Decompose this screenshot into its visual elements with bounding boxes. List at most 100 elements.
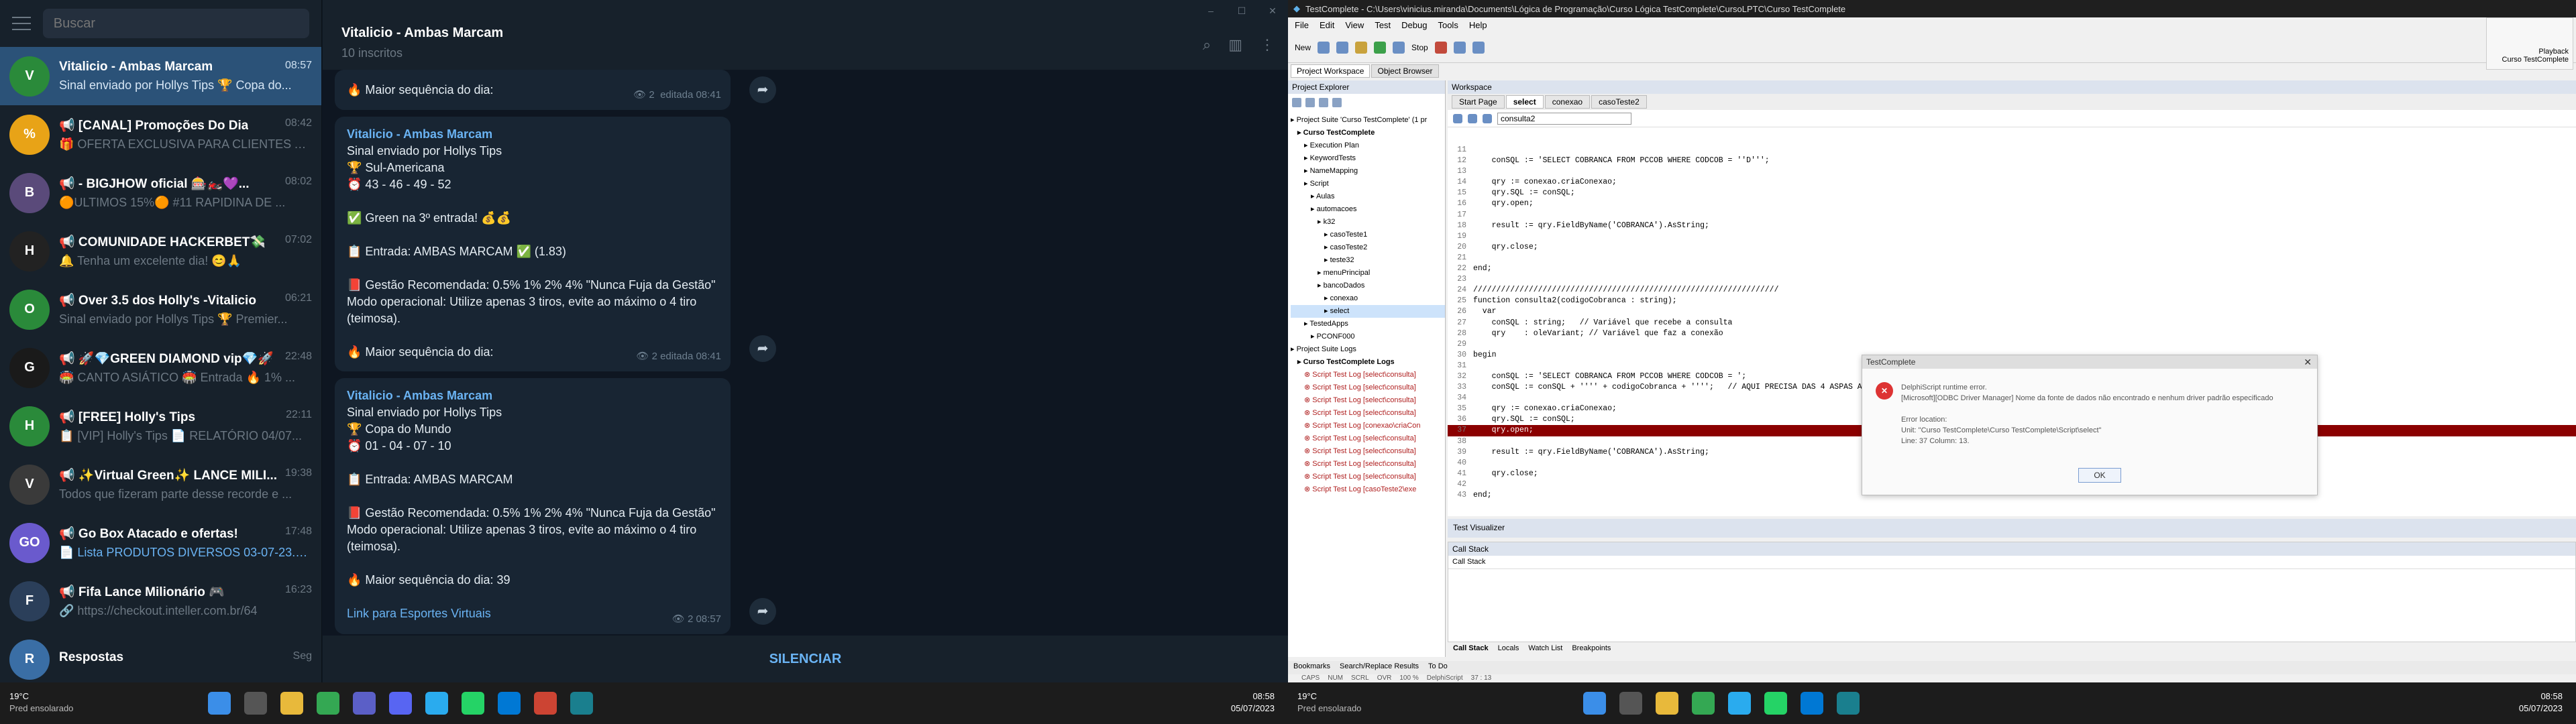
tree-item[interactable]: ▸ Project Suite 'Curso TestComplete' (1 … — [1291, 114, 1445, 127]
chat-item[interactable]: V Vitalicio - Ambas Marcam 08:57 Sinal envi… — [0, 47, 321, 105]
chat-item[interactable]: H 📢 COMUNIDADE HACKERBET💸 07:02 🔔 Tenha um … — [0, 222, 321, 280]
windows-start-icon[interactable] — [208, 692, 231, 715]
search-input[interactable] — [42, 9, 309, 38]
tree-item[interactable]: ▸ teste32 — [1291, 254, 1445, 267]
tree-item[interactable]: ▸ Curso TestComplete — [1291, 127, 1445, 139]
tree-item[interactable]: ▸ k32 — [1291, 216, 1445, 229]
menu-file[interactable]: File — [1295, 20, 1309, 30]
weather-widget[interactable]: 19°C Pred ensolarado — [9, 690, 73, 715]
forward-icon[interactable]: ➦ — [749, 76, 776, 103]
close-icon[interactable]: ✕ — [2304, 357, 2312, 368]
tab-project-workspace[interactable]: Project Workspace — [1291, 64, 1371, 78]
new-button[interactable]: New — [1295, 43, 1311, 52]
tree-item[interactable]: ▸ select — [1291, 305, 1445, 318]
search-icon[interactable] — [244, 692, 267, 715]
testcomplete-icon[interactable] — [570, 692, 593, 715]
indent-icon[interactable] — [1453, 113, 1462, 123]
record-icon[interactable] — [1355, 41, 1368, 54]
test-log-item[interactable]: ⊗ Script Test Log [select\consulta] — [1291, 407, 1445, 420]
whatsapp-icon[interactable] — [1764, 692, 1787, 715]
testcomplete-icon[interactable] — [1837, 692, 1860, 715]
chat-item[interactable]: B 📢 - BIGJHOW oficial 🎰🏍️💜... 08:02 🟠ULTIMO… — [0, 164, 321, 222]
vscode-icon[interactable] — [1801, 692, 1823, 715]
maximize-icon[interactable]: ☐ — [1226, 0, 1257, 21]
menu-view[interactable]: View — [1345, 20, 1364, 30]
chat-item[interactable]: H 📢 [FREE] Holly's Tips 22:11 📋 [VIP] Holly… — [0, 397, 321, 455]
test-log-item[interactable]: ⊗ Script Test Log [casoTeste2\exe — [1291, 483, 1445, 496]
tree-item[interactable]: ▸ casoTeste2 — [1291, 241, 1445, 254]
tab-conexao[interactable]: conexao — [1544, 95, 1591, 109]
clock[interactable]: 08:58 05/07/2023 — [2519, 690, 2563, 715]
test-log-item[interactable]: ⊗ Script Test Log [select\consulta] — [1291, 471, 1445, 483]
test-visualizer[interactable]: Test Visualizer — [1448, 519, 2576, 538]
tree-item[interactable]: ▸ bancoDados — [1291, 280, 1445, 292]
open-icon[interactable] — [1318, 41, 1330, 54]
stop-button[interactable]: Stop — [1411, 43, 1428, 52]
tree-item[interactable]: ▸ KeywordTests — [1291, 152, 1445, 165]
menu-tools[interactable]: Tools — [1438, 20, 1458, 30]
message-link[interactable]: Link para Esportes Virtuais — [347, 605, 718, 622]
minimize-icon[interactable]: – — [1195, 0, 1226, 21]
tree-item[interactable]: ▸ NameMapping — [1291, 165, 1445, 178]
test-log-item[interactable]: ⊗ Script Test Log [conexao\criaCon — [1291, 420, 1445, 432]
test-log-item[interactable]: ⊗ Script Test Log [select\consulta] — [1291, 381, 1445, 394]
tree-item[interactable]: ▸ casoTeste1 — [1291, 229, 1445, 241]
search-icon[interactable] — [1619, 692, 1642, 715]
test-log-item[interactable]: ⊗ Script Test Log [select\consulta] — [1291, 432, 1445, 445]
menu-help[interactable]: Help — [1469, 20, 1487, 30]
chrome-icon[interactable] — [317, 692, 339, 715]
stop-icon[interactable] — [1393, 41, 1405, 54]
panel-icon[interactable] — [1453, 41, 1466, 54]
chrome-icon[interactable] — [1692, 692, 1715, 715]
telegram-icon[interactable] — [425, 692, 448, 715]
chat-item[interactable]: G 📢 🚀💎GREEN DIAMOND vip💎🚀 22:48 🏟️ CANTO AS… — [0, 339, 321, 397]
chat-header[interactable]: Vitalicio - Ambas Marcam 10 inscritos ⌕ … — [323, 0, 1288, 70]
vscode-icon[interactable] — [498, 692, 521, 715]
tree-item[interactable]: ▸ Curso TestComplete Logs — [1291, 356, 1445, 369]
chat-item[interactable]: GO 📢 Go Box Atacado e ofertas! 17:48 📄 List… — [0, 514, 321, 572]
tree-item[interactable]: ▸ Aulas — [1291, 190, 1445, 203]
chat-item[interactable]: O 📢 Over 3.5 dos Holly's -Vitalicio 06:21 S… — [0, 280, 321, 339]
more-icon[interactable]: ⋮ — [1260, 36, 1275, 54]
telegram-icon[interactable] — [1728, 692, 1751, 715]
tab-bookmarks[interactable]: Bookmarks — [1293, 662, 1330, 673]
mute-button[interactable]: SILENCIAR — [323, 636, 1288, 682]
search-icon[interactable]: ⌕ — [1203, 36, 1211, 54]
windows-start-icon[interactable] — [1583, 692, 1606, 715]
tab-object-browser[interactable]: Object Browser — [1371, 64, 1439, 78]
refresh-icon[interactable] — [1332, 98, 1342, 107]
tab-todo[interactable]: To Do — [1428, 662, 1448, 673]
tree-item[interactable]: ▸ PCONF000 — [1291, 330, 1445, 343]
weather-widget[interactable]: 19°C Pred ensolarado — [1297, 690, 1361, 715]
close-icon[interactable]: ✕ — [1257, 0, 1288, 21]
tab-watch-list[interactable]: Watch List — [1528, 644, 1562, 655]
outdent-icon[interactable] — [1468, 113, 1477, 123]
tab-breakpoints[interactable]: Breakpoints — [1572, 644, 1611, 655]
tab-start-page[interactable]: Start Page — [1452, 95, 1505, 109]
tab-casoteste2[interactable]: casoTeste2 — [1591, 95, 1647, 109]
tree-item[interactable]: ▸ Script — [1291, 178, 1445, 190]
menu-edit[interactable]: Edit — [1320, 20, 1334, 30]
tool-icon[interactable] — [1472, 41, 1485, 54]
debug-icon[interactable] — [1434, 41, 1447, 54]
remove-icon[interactable] — [1305, 98, 1315, 107]
menu-debug[interactable]: Debug — [1401, 20, 1427, 30]
message-author[interactable]: Vitalicio - Ambas Marcam — [347, 126, 718, 143]
app-icon[interactable] — [534, 692, 557, 715]
test-log-item[interactable]: ⊗ Script Test Log [select\consulta] — [1291, 445, 1445, 458]
menu-icon[interactable] — [12, 17, 31, 30]
add-icon[interactable] — [1292, 98, 1301, 107]
tab-locals[interactable]: Locals — [1498, 644, 1519, 655]
file-explorer-icon[interactable] — [280, 692, 303, 715]
tree-item[interactable]: ▸ Project Suite Logs — [1291, 343, 1445, 356]
back-icon[interactable] — [1483, 113, 1492, 123]
sidebar-toggle-icon[interactable]: ▥ — [1228, 36, 1242, 54]
tab-search-replace[interactable]: Search/Replace Results — [1340, 662, 1419, 673]
chat-item[interactable]: F 📢 Fifa Lance Milionário 🎮 16:23 🔗 https:/… — [0, 572, 321, 630]
tree-item[interactable]: ▸ Execution Plan — [1291, 139, 1445, 152]
tree-item[interactable]: ▸ menuPrincipal — [1291, 267, 1445, 280]
test-log-item[interactable]: ⊗ Script Test Log [select\consulta] — [1291, 458, 1445, 471]
test-log-item[interactable]: ⊗ Script Test Log [select\consulta] — [1291, 369, 1445, 381]
forward-icon[interactable]: ➦ — [749, 335, 776, 362]
teams-icon[interactable] — [353, 692, 376, 715]
